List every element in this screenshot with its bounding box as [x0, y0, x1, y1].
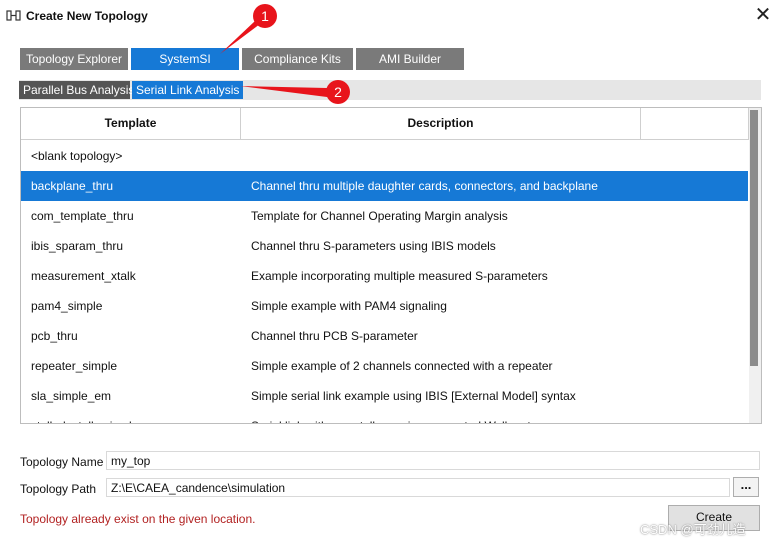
- window-title: Create New Topology: [26, 9, 148, 23]
- table-row[interactable]: com_template_thru Template for Channel O…: [21, 201, 748, 231]
- template-cell: sla_simple_em: [31, 389, 112, 403]
- table-row[interactable]: repeater_simple Simple example of 2 chan…: [21, 351, 748, 381]
- column-header-template[interactable]: Template: [21, 108, 241, 140]
- tab-systemsi[interactable]: SystemSI: [131, 48, 239, 70]
- template-table: Template Description <blank topology> ba…: [20, 107, 762, 424]
- description-cell: Channel thru PCB S-parameter: [251, 329, 418, 343]
- template-cell: com_template_thru: [31, 209, 134, 223]
- subtab-serial-link-analysis[interactable]: Serial Link Analysis: [132, 81, 243, 99]
- description-cell: Example incorporating multiple measured …: [251, 269, 548, 283]
- tab-topology-explorer[interactable]: Topology Explorer: [20, 48, 128, 70]
- table-row[interactable]: measurement_xtalk Example incorporating …: [21, 261, 748, 291]
- template-cell: backplane_thru: [31, 179, 114, 193]
- title-bar: Create New Topology ✕: [0, 0, 780, 34]
- table-row-selected[interactable]: backplane_thru Channel thru multiple dau…: [21, 171, 748, 201]
- description-cell: Simple example of 2 channels connected w…: [251, 359, 553, 373]
- template-cell: measurement_xtalk: [31, 269, 136, 283]
- template-cell: pcb_thru: [31, 329, 78, 343]
- template-cell: ibis_sparam_thru: [31, 239, 124, 253]
- description-cell: Simple serial link example using IBIS [E…: [251, 389, 576, 403]
- table-row[interactable]: <blank topology>: [21, 141, 748, 171]
- description-cell: Simple example with PAM4 signaling: [251, 299, 447, 313]
- table-row[interactable]: ibis_sparam_thru Channel thru S-paramete…: [21, 231, 748, 261]
- tab-ami-builder[interactable]: AMI Builder: [356, 48, 464, 70]
- error-message: Topology already exist on the given loca…: [20, 512, 256, 526]
- table-row-partial[interactable]: stalled_xtalk_simple Serial link with cr…: [21, 411, 748, 423]
- description-cell: Serial link with crosstalk ... using gen…: [251, 411, 531, 423]
- tab-compliance-kits[interactable]: Compliance Kits: [242, 48, 353, 70]
- template-cell: repeater_simple: [31, 359, 118, 373]
- table-scrollbar-thumb[interactable]: [750, 110, 758, 366]
- description-cell: Template for Channel Operating Margin an…: [251, 209, 508, 223]
- topology-path-label: Topology Path: [20, 482, 97, 496]
- table-row[interactable]: sla_simple_em Simple serial link example…: [21, 381, 748, 411]
- template-cell: pam4_simple: [31, 299, 103, 313]
- template-cell: <blank topology>: [31, 149, 123, 163]
- subtab-parallel-bus-analysis[interactable]: Parallel Bus Analysis: [19, 81, 134, 99]
- topology-name-label: Topology Name: [20, 455, 104, 469]
- watermark: CSDN @可劲儿造: [640, 522, 746, 537]
- description-cell: Channel thru S-parameters using IBIS mod…: [251, 239, 496, 253]
- table-row[interactable]: pam4_simple Simple example with PAM4 sig…: [21, 291, 748, 321]
- topology-name-field[interactable]: my_top: [106, 451, 760, 470]
- browse-button[interactable]: ...: [733, 477, 759, 497]
- template-cell: stalled_xtalk_simple: [31, 411, 138, 423]
- topology-path-field[interactable]: Z:\E\CAEA_candence\simulation: [106, 478, 730, 497]
- description-cell: Channel thru multiple daughter cards, co…: [251, 179, 598, 193]
- topology-app-icon: [6, 10, 21, 21]
- column-header-description[interactable]: Description: [241, 108, 641, 140]
- close-button[interactable]: ✕: [752, 4, 774, 26]
- column-header-empty: [641, 108, 749, 140]
- table-row[interactable]: pcb_thru Channel thru PCB S-parameter: [21, 321, 748, 351]
